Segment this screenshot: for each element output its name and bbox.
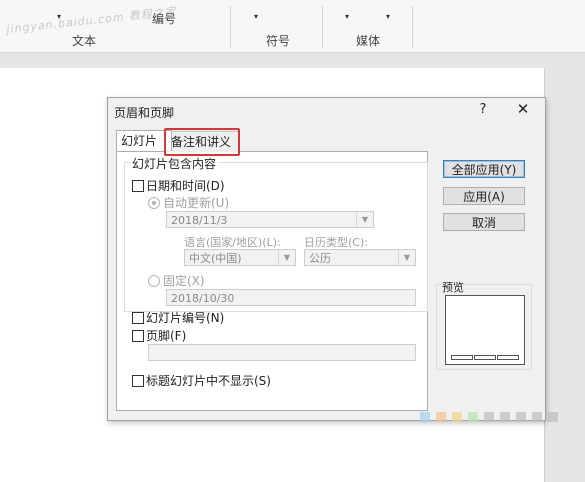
chevron-down-icon[interactable]: ▼ [398,250,415,265]
language-label: 语言(国家/地区)(L): [184,236,281,249]
ribbon-separator [322,6,323,48]
fixed-date-radio[interactable]: 固定(X) [148,272,205,289]
fixed-date-label: 固定(X) [163,274,205,288]
radio-dot[interactable] [148,196,160,209]
language-select[interactable]: 中文(中国) ▼ [184,249,296,266]
checkbox-box[interactable] [132,329,144,342]
fixed-date-value: 2018/10/30 [171,292,235,305]
language-value: 中文(中国) [189,252,242,265]
checkbox-box[interactable] [132,374,144,387]
fixed-date-input[interactable]: 2018/10/30 [166,289,416,306]
dialog-title: 页眉和页脚 [114,106,175,120]
chevron-down-icon[interactable]: ▼ [278,250,295,265]
ribbon-group-media: 媒体 [356,34,381,48]
tab-notes-handouts[interactable]: 备注和讲义 [166,131,240,152]
calendar-type-select[interactable]: 公历 ▼ [304,249,416,266]
auto-update-radio[interactable]: 自动更新(U) [148,194,229,211]
date-time-label: 日期和时间(D) [146,179,225,193]
chevron-down-icon[interactable]: ▾ [386,12,390,21]
hide-on-title-slide-label: 标题幻灯片中不显示(S) [146,374,271,388]
footer-checkbox[interactable]: 页脚(F) [132,327,186,344]
preview-placeholder-date [451,355,473,360]
chevron-down-icon[interactable]: ▾ [254,12,258,21]
radio-dot[interactable] [148,274,160,287]
close-icon[interactable]: ✕ [514,100,532,118]
include-group-title: 幻灯片包含内容 [130,155,219,172]
cancel-button[interactable]: 取消 [443,213,525,231]
ribbon-group-symbols: 符号 [266,34,291,48]
slide-number-checkbox[interactable]: 幻灯片编号(N) [132,309,224,326]
ribbon: jingyan.baidu.com 教程之家 ▾ 编号 ▾ ▾ ▾ 文本 符号 … [0,0,585,53]
ribbon-separator [230,6,231,48]
auto-update-date-select[interactable]: 2018/11/3 ▼ [166,211,374,228]
footer-label: 页脚(F) [146,329,187,343]
date-time-checkbox[interactable]: 日期和时间(D) [132,177,225,194]
apply-button[interactable]: 应用(A) [443,187,525,205]
checkbox-box[interactable] [132,311,144,324]
chevron-down-icon[interactable]: ▾ [57,12,61,21]
preview-placeholder-number [497,355,519,360]
apply-to-all-button[interactable]: 全部应用(Y) [443,160,525,178]
auto-update-date-value: 2018/11/3 [171,214,228,227]
tab-slide[interactable]: 幻灯片 [116,130,172,151]
preview-page [445,295,525,365]
auto-update-label: 自动更新(U) [163,196,230,210]
chevron-down-icon[interactable]: ▼ [356,212,373,227]
preview-label: 预览 [442,281,464,294]
ribbon-group-text: 文本 [72,34,97,48]
checkbox-box[interactable] [132,179,144,192]
header-footer-dialog: 页眉和页脚 ? ✕ 幻灯片 备注和讲义 幻灯片包含内容 日期和时间(D) 自动更… [107,97,546,421]
calendar-type-label: 日历类型(C): [304,236,368,249]
preview-placeholder-footer [474,355,496,360]
corner-watermark [420,412,558,422]
ribbon-separator [412,6,413,48]
numbering-button[interactable]: 编号 [152,10,176,27]
help-icon[interactable]: ? [474,102,492,117]
hide-on-title-slide-checkbox[interactable]: 标题幻灯片中不显示(S) [132,372,271,389]
slide-number-label: 幻灯片编号(N) [146,311,225,325]
chevron-down-icon[interactable]: ▾ [345,12,349,21]
footer-text-input[interactable] [148,344,416,361]
calendar-type-value: 公历 [309,252,331,265]
